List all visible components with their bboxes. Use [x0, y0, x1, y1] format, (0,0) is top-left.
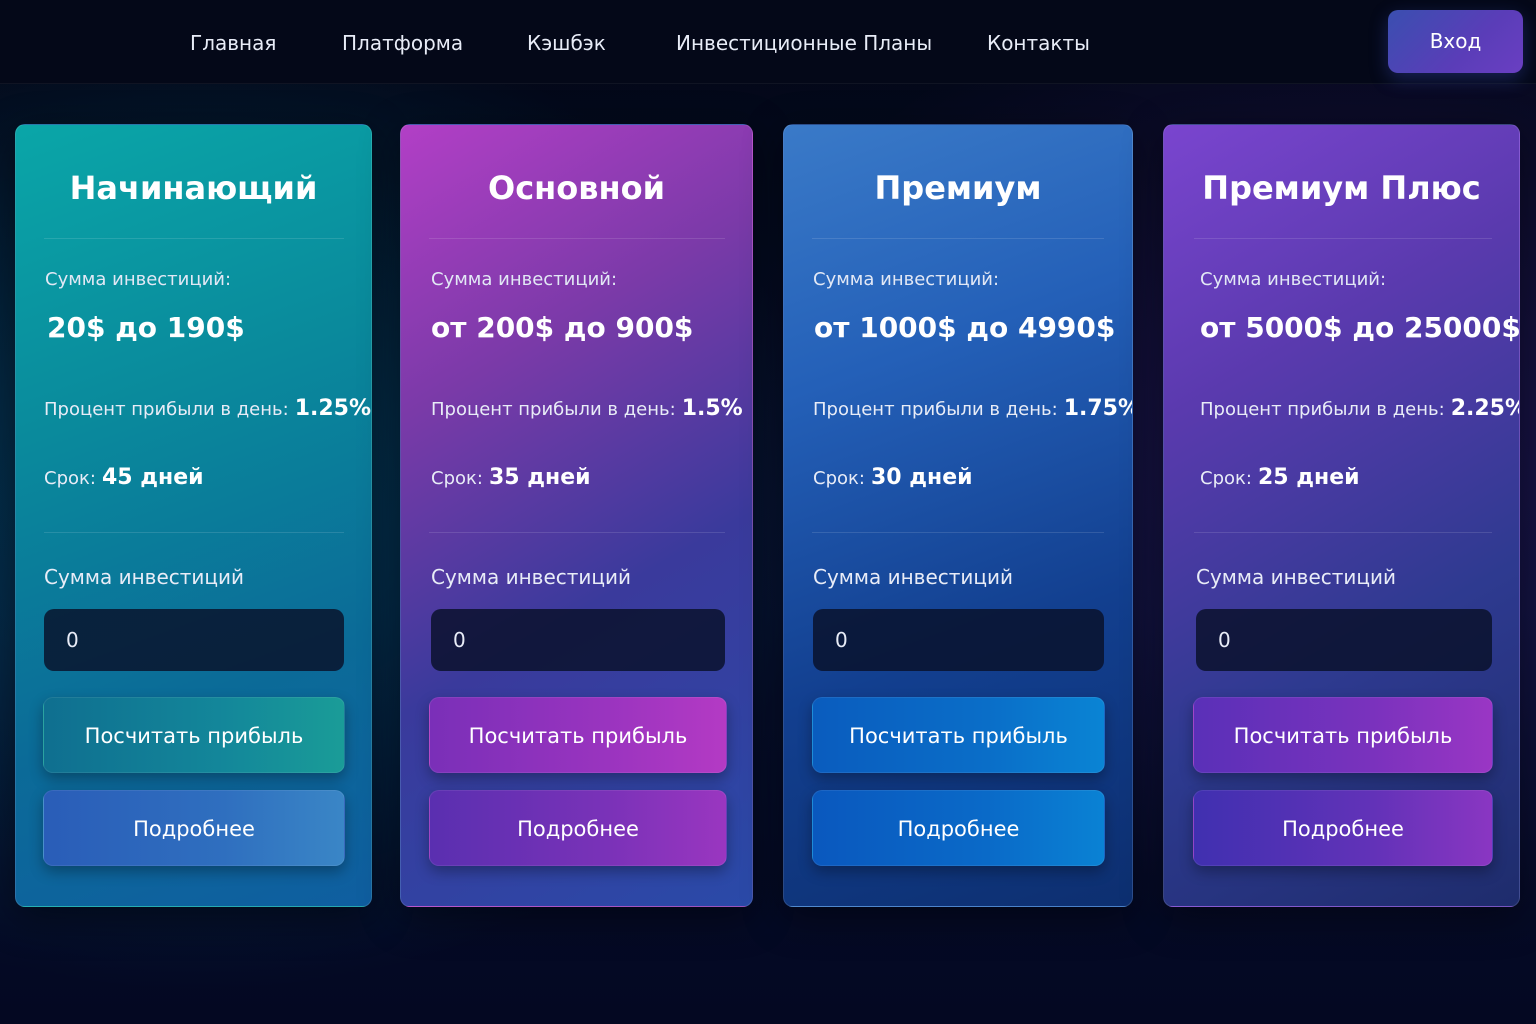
profit-value: 1.5%: [681, 396, 743, 421]
amount-range: 20$ до 190$: [47, 311, 245, 344]
divider: [812, 238, 1104, 239]
term-row: Срок: 25 дней: [1200, 465, 1360, 490]
details-button[interactable]: Подробнее: [429, 790, 727, 866]
profit-row: Процент прибыли в день: 2.25%: [1200, 396, 1520, 421]
term-row: Срок: 30 дней: [813, 465, 973, 490]
profit-row: Процент прибыли в день: 1.75%: [813, 396, 1133, 421]
login-button[interactable]: Вход: [1388, 10, 1523, 73]
profit-label: Процент прибыли в день:: [431, 399, 676, 420]
amount-range: от 1000$ до 4990$: [814, 311, 1116, 344]
investment-input-label: Сумма инвестиций: [431, 565, 632, 589]
investment-input-label: Сумма инвестиций: [1196, 565, 1397, 589]
amount-label: Сумма инвестиций:: [1200, 269, 1387, 290]
investment-amount-input[interactable]: [44, 609, 344, 671]
amount-label: Сумма инвестиций:: [45, 269, 232, 290]
top-navbar: Главная Платформа Кэшбэк Инвестиционные …: [0, 0, 1536, 84]
plan-card-premium: Премиум Сумма инвестиций: от 1000$ до 49…: [783, 124, 1133, 907]
details-button[interactable]: Подробнее: [1193, 790, 1493, 866]
divider: [44, 238, 344, 239]
calculate-profit-button[interactable]: Посчитать прибыль: [1193, 697, 1493, 773]
plan-title: Премиум: [874, 169, 1042, 207]
term-value: 25 дней: [1257, 465, 1360, 490]
plan-card-basic: Основной Сумма инвестиций: от 200$ до 90…: [400, 124, 753, 907]
plan-title: Начинающий: [69, 169, 318, 207]
nav-link-cashback[interactable]: Кэшбэк: [527, 28, 606, 58]
amount-range: от 5000$ до 25000$: [1200, 311, 1520, 344]
plan-title: Основной: [487, 169, 666, 207]
page: Главная Платформа Кэшбэк Инвестиционные …: [0, 0, 1536, 1024]
profit-value: 1.75%: [1063, 396, 1133, 421]
amount-label: Сумма инвестиций:: [813, 269, 1000, 290]
term-label: Срок:: [813, 468, 865, 489]
plan-card-starter: Начинающий Сумма инвестиций: 20$ до 190$…: [15, 124, 372, 907]
term-row: Срок: 45 дней: [44, 465, 204, 490]
calculate-profit-button[interactable]: Посчитать прибыль: [43, 697, 345, 773]
term-label: Срок:: [1200, 468, 1252, 489]
nav-link-contacts[interactable]: Контакты: [987, 28, 1090, 58]
divider: [429, 532, 725, 533]
divider: [44, 532, 344, 533]
plan-card-premium-plus: Премиум Плюс Сумма инвестиций: от 5000$ …: [1163, 124, 1520, 907]
nav-link-investment-plans[interactable]: Инвестиционные Планы: [676, 28, 932, 58]
profit-label: Процент прибыли в день:: [44, 399, 289, 420]
term-label: Срок:: [431, 468, 483, 489]
investment-amount-input[interactable]: [813, 609, 1104, 671]
term-value: 30 дней: [870, 465, 973, 490]
investment-input-label: Сумма инвестиций: [813, 565, 1014, 589]
divider: [1194, 238, 1492, 239]
calculate-profit-button[interactable]: Посчитать прибыль: [429, 697, 727, 773]
investment-input-label: Сумма инвестиций: [44, 565, 245, 589]
profit-label: Процент прибыли в день:: [813, 399, 1058, 420]
nav-link-home[interactable]: Главная: [190, 28, 276, 58]
profit-label: Процент прибыли в день:: [1200, 399, 1445, 420]
investment-amount-input[interactable]: [1196, 609, 1492, 671]
plan-title: Премиум Плюс: [1202, 169, 1481, 207]
divider: [1194, 532, 1492, 533]
profit-row: Процент прибыли в день: 1.5%: [431, 396, 743, 421]
details-button[interactable]: Подробнее: [812, 790, 1105, 866]
calculate-profit-button[interactable]: Посчитать прибыль: [812, 697, 1105, 773]
nav-link-platform[interactable]: Платформа: [342, 28, 463, 58]
divider: [429, 238, 725, 239]
profit-value: 2.25%: [1450, 396, 1520, 421]
term-row: Срок: 35 дней: [431, 465, 591, 490]
term-value: 35 дней: [488, 465, 591, 490]
divider: [812, 532, 1104, 533]
profit-row: Процент прибыли в день: 1.25%: [44, 396, 371, 421]
amount-range: от 200$ до 900$: [431, 311, 694, 344]
profit-value: 1.25%: [294, 396, 372, 421]
term-value: 45 дней: [101, 465, 204, 490]
investment-amount-input[interactable]: [431, 609, 725, 671]
term-label: Срок:: [44, 468, 96, 489]
details-button[interactable]: Подробнее: [43, 790, 345, 866]
amount-label: Сумма инвестиций:: [431, 269, 618, 290]
